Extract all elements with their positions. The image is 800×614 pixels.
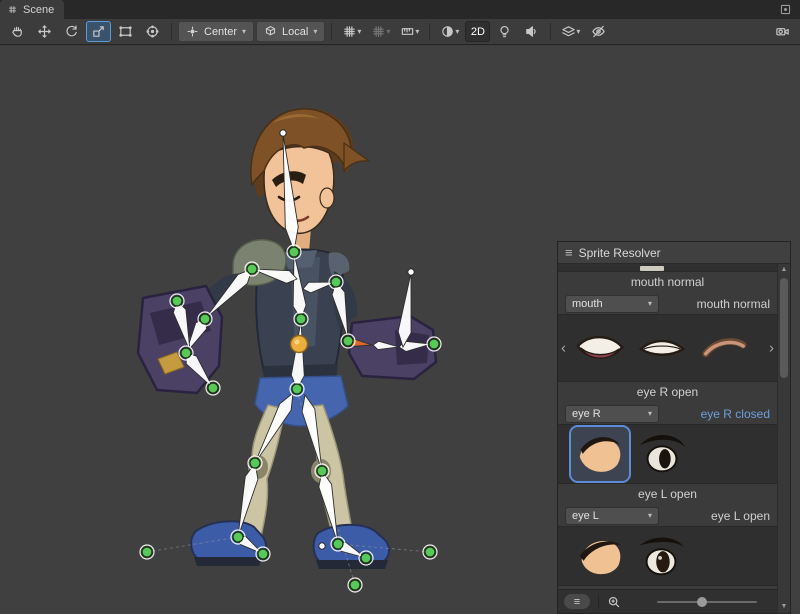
pivot-icon bbox=[186, 25, 199, 38]
scroll-up-icon[interactable]: ▲ bbox=[781, 264, 788, 276]
chevron-down-icon: ▾ bbox=[242, 28, 246, 36]
scroll-down-icon[interactable]: ▼ bbox=[781, 601, 788, 613]
scene-visibility-button[interactable] bbox=[586, 21, 611, 42]
pivot-mode-label: Center bbox=[204, 26, 237, 38]
list-view-toggle-button[interactable]: ≡ bbox=[564, 594, 590, 609]
thumb-mouth-open[interactable] bbox=[571, 321, 629, 375]
scrollbar-track[interactable] bbox=[778, 276, 790, 601]
thumb-eye-l-closed[interactable] bbox=[571, 529, 629, 583]
control-row-eye-r: eye R ▾ eye R closed bbox=[558, 403, 777, 424]
thumb-eye-r-closed[interactable] bbox=[571, 427, 629, 481]
selected-sprite-label-eye-r[interactable]: eye R closed bbox=[701, 407, 770, 421]
mode-2d-button[interactable]: 2D bbox=[465, 21, 490, 42]
next-arrow-icon[interactable]: › bbox=[769, 341, 774, 356]
scene-viewport[interactable]: ≡ Sprite Resolver mouth normal mouth ▾ m… bbox=[0, 46, 800, 614]
rect-tool-button[interactable] bbox=[113, 21, 138, 42]
chevron-down-icon: ▾ bbox=[386, 28, 390, 36]
control-row-eye-l: eye L ▾ eye L open bbox=[558, 505, 777, 526]
orientation-label: Local bbox=[282, 26, 308, 38]
pivot-mode-dropdown[interactable]: Center ▾ bbox=[178, 21, 254, 42]
tab-scene-label: Scene bbox=[23, 4, 54, 16]
toolbar-divider bbox=[550, 23, 551, 40]
scale-tool-button[interactable] bbox=[86, 21, 111, 42]
slider-track[interactable] bbox=[657, 601, 757, 603]
thumbnail-size-slider[interactable] bbox=[657, 595, 757, 609]
toolbar-divider bbox=[171, 23, 172, 40]
category-dropdown-eye-r[interactable]: eye R ▾ bbox=[565, 405, 659, 423]
tab-bar: Scene bbox=[0, 0, 800, 19]
thumbnail-strip-eye-l bbox=[558, 526, 777, 586]
scrollbar-thumb[interactable] bbox=[780, 278, 788, 378]
zoom-icon[interactable] bbox=[607, 595, 621, 609]
grid-snap-dropdown[interactable]: ▾ bbox=[338, 21, 365, 42]
thumb-eye-l-open[interactable] bbox=[633, 529, 691, 583]
sprite-resolver-title: Sprite Resolver bbox=[579, 246, 661, 260]
section-heading-mouth: mouth normal bbox=[558, 272, 777, 293]
chevron-down-icon: ▾ bbox=[357, 28, 361, 36]
audio-toggle-button[interactable] bbox=[519, 21, 544, 42]
bottom-bar-divider bbox=[598, 595, 599, 609]
scene-toolbar: Center ▾ Local ▾ ▾ ▾ ▾ ▾ 2D bbox=[0, 19, 800, 45]
scene-effects-dropdown[interactable]: ▾ bbox=[557, 21, 584, 42]
selected-sprite-label-mouth: mouth normal bbox=[697, 297, 770, 311]
move-tool-button[interactable] bbox=[32, 21, 57, 42]
grid-visibility-dropdown[interactable]: ▾ bbox=[367, 21, 394, 42]
grid-icon bbox=[7, 4, 18, 15]
rotate-tool-button[interactable] bbox=[59, 21, 84, 42]
partial-sprite bbox=[640, 266, 664, 271]
chevron-down-icon: ▾ bbox=[576, 28, 580, 36]
tab-scene[interactable]: Scene bbox=[0, 0, 64, 19]
slider-knob[interactable] bbox=[697, 597, 707, 607]
chevron-down-icon: ▾ bbox=[648, 300, 652, 308]
thumbnail-strip-mouth: ‹ › bbox=[558, 314, 777, 382]
toolbar-divider bbox=[331, 23, 332, 40]
menu-icon: ≡ bbox=[565, 245, 573, 260]
chevron-down-icon: ▾ bbox=[415, 28, 419, 36]
category-dropdown-mouth[interactable]: mouth ▾ bbox=[565, 295, 659, 313]
toolbar-divider bbox=[429, 23, 430, 40]
sprite-resolver-header[interactable]: ≡ Sprite Resolver bbox=[558, 242, 790, 264]
partial-thumbnail-strip-top bbox=[558, 264, 777, 272]
sprite-resolver-panel: ≡ Sprite Resolver mouth normal mouth ▾ m… bbox=[557, 241, 791, 614]
control-row-mouth: mouth ▾ mouth normal bbox=[558, 293, 777, 314]
draw-mode-dropdown[interactable]: ▾ bbox=[436, 21, 463, 42]
hand-tool-button[interactable] bbox=[5, 21, 30, 42]
snap-increment-dropdown[interactable]: ▾ bbox=[396, 21, 423, 42]
category-dropdown-eye-l-label: eye L bbox=[572, 510, 599, 522]
chevron-down-icon: ▾ bbox=[455, 28, 459, 36]
prev-arrow-icon[interactable]: ‹ bbox=[561, 341, 566, 356]
section-heading-eye-l: eye L open bbox=[558, 484, 777, 505]
thumb-mouth-closed[interactable] bbox=[633, 321, 691, 375]
category-dropdown-eye-l[interactable]: eye L ▾ bbox=[565, 507, 659, 525]
thumbnail-strip-eye-r bbox=[558, 424, 777, 484]
thumb-mouth-smirk[interactable] bbox=[695, 321, 753, 375]
transform-tool-button[interactable] bbox=[140, 21, 165, 42]
chevron-down-icon: ▾ bbox=[648, 410, 652, 418]
camera-settings-button[interactable] bbox=[770, 21, 795, 42]
panel-bottom-bar: ≡ bbox=[558, 589, 777, 613]
orientation-dropdown[interactable]: Local ▾ bbox=[256, 21, 325, 42]
category-dropdown-mouth-label: mouth bbox=[572, 298, 603, 310]
sprite-resolver-body: mouth normal mouth ▾ mouth normal ‹ bbox=[558, 264, 790, 589]
category-dropdown-eye-r-label: eye R bbox=[572, 408, 601, 420]
window-options-icon[interactable] bbox=[776, 2, 794, 17]
chevron-down-icon: ▾ bbox=[648, 512, 652, 520]
chevron-down-icon: ▾ bbox=[313, 28, 317, 36]
selected-sprite-label-eye-l: eye L open bbox=[711, 509, 770, 523]
unity-editor-window: Scene Center ▾ bbox=[0, 0, 800, 614]
scene-lighting-button[interactable] bbox=[492, 21, 517, 42]
cube-icon bbox=[264, 25, 277, 38]
thumb-eye-r-open[interactable] bbox=[633, 427, 691, 481]
panel-scrollbar[interactable]: ▲ ▼ bbox=[777, 264, 790, 613]
section-heading-eye-r: eye R open bbox=[558, 382, 777, 403]
